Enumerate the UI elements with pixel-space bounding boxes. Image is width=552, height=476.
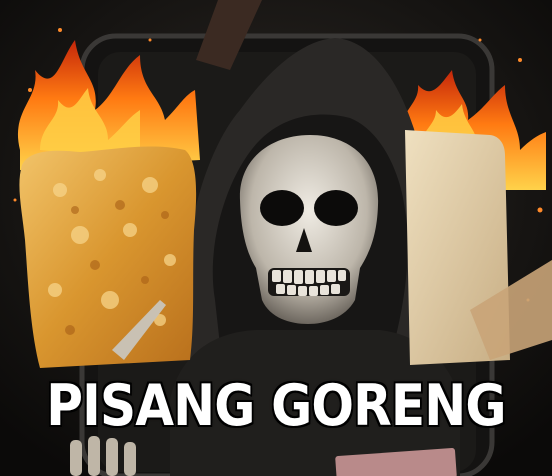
- meme-caption: PISANG GORENG: [45, 372, 508, 441]
- left-eye-socket: [260, 190, 304, 226]
- fried-banana-fritter: [19, 146, 197, 368]
- meme-image: PISANG GORENG: [0, 0, 552, 476]
- right-eye-socket: [314, 190, 358, 226]
